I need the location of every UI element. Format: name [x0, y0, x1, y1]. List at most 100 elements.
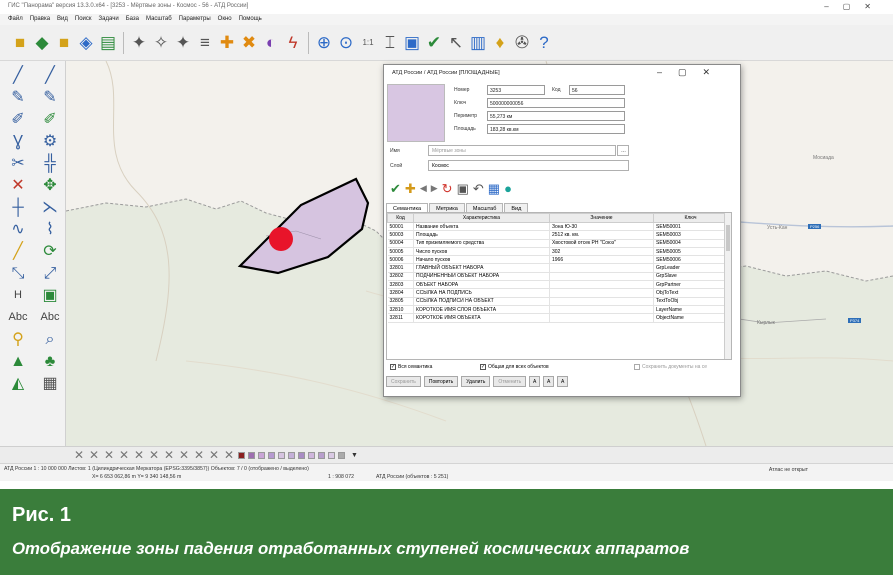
table-cell[interactable]	[549, 288, 654, 298]
checkbox-box[interactable]: ✓	[390, 364, 396, 370]
table-cell[interactable]	[549, 305, 654, 315]
table-cell[interactable]: 302	[549, 247, 654, 257]
prev-arrow-icon[interactable]: ◀	[420, 183, 427, 193]
branch-icon[interactable]: ⋋	[35, 197, 65, 218]
vertex-icon[interactable]: ⌇	[35, 219, 65, 240]
cross-icon[interactable]: ┼	[3, 197, 33, 218]
color-swatch[interactable]	[338, 451, 345, 459]
move-icon[interactable]: ✥	[35, 175, 65, 196]
table-icon[interactable]: ▦	[35, 373, 65, 394]
cut-icon[interactable]: ✂	[3, 153, 33, 174]
common-for-all-checkbox[interactable]: ✓ Общая для всех объектов	[480, 364, 549, 370]
color-swatch[interactable]	[268, 451, 275, 459]
line-style-x-icon[interactable]: ✕	[132, 448, 146, 462]
line-style-x-icon[interactable]: ✕	[72, 448, 86, 462]
table-row[interactable]: 32805 ССЫЛКА ПОДПИСИ НА ОБЪЕКТ TextToObj	[387, 297, 728, 306]
font-a-button[interactable]: A	[543, 376, 555, 387]
menu-params[interactable]: Параметры	[179, 16, 211, 23]
table-row[interactable]: 50005 Число пусков 302 SEM50005	[387, 247, 728, 257]
color-swatch[interactable]	[278, 451, 285, 459]
save-icon[interactable]: ■	[54, 32, 74, 54]
line-style-x-icon[interactable]: ✕	[192, 448, 206, 462]
settings-icon[interactable]: ✇	[512, 32, 532, 54]
column-header-code[interactable]: Код	[387, 213, 414, 223]
pen-alt-icon[interactable]: ╱	[35, 65, 65, 86]
zoom-fit-icon[interactable]: ⊙	[336, 32, 356, 54]
line-style-x-icon[interactable]: ✕	[117, 448, 131, 462]
landscape-icon[interactable]: ◭	[3, 373, 33, 394]
merge-icon[interactable]: ⚙	[35, 131, 65, 152]
menu-file[interactable]: Файл	[8, 16, 23, 23]
table-cell[interactable]	[549, 272, 654, 282]
font-a-button[interactable]: A	[557, 376, 569, 387]
checkbox-box[interactable]: ✓	[480, 364, 486, 370]
cancel-button[interactable]: Отменить	[493, 376, 527, 387]
key-field[interactable]: 500000000056	[487, 98, 625, 108]
palette-icon[interactable]: ◐	[261, 32, 281, 54]
column-header-characteristic[interactable]: Характеристика	[413, 213, 550, 223]
edit-node-icon[interactable]: ✐	[35, 109, 65, 130]
undo-icon[interactable]: ↶	[473, 182, 484, 195]
text-abc-icon[interactable]: Abc	[3, 307, 33, 328]
add-point-icon[interactable]: ✚	[405, 182, 416, 195]
zoom-in-icon[interactable]: ⊕	[314, 32, 334, 54]
color-swatch[interactable]	[298, 451, 305, 459]
point-remove-icon[interactable]: ✖	[239, 32, 259, 54]
table-cell[interactable]	[549, 297, 654, 306]
calendar-icon[interactable]: ▦	[488, 182, 500, 195]
menu-tasks[interactable]: Задачи	[99, 16, 119, 23]
folder-open-icon[interactable]: ■	[10, 32, 30, 54]
color-swatch[interactable]	[238, 451, 245, 459]
menu-help[interactable]: Помощь	[239, 16, 262, 23]
delete-button[interactable]: Удалить	[461, 376, 491, 387]
pointer-icon[interactable]: ↖	[446, 32, 466, 54]
line-edit-icon[interactable]: ✦	[173, 32, 193, 54]
color-swatch[interactable]	[258, 451, 265, 459]
table-row[interactable]: 32811 КОРОТКОЕ ИМЯ ОБЪЕКТА ObjectName	[387, 313, 728, 323]
grid-tool-icon[interactable]: ╬	[35, 153, 65, 174]
brush-alt-icon[interactable]: ✎	[35, 87, 65, 108]
search-object-icon[interactable]: ⌕	[35, 329, 65, 350]
name-field[interactable]: Мёртвые зоны	[428, 145, 616, 156]
text-abc-alt-icon[interactable]: Abc	[35, 307, 65, 328]
table-cell[interactable]: Зона Ю-30	[549, 222, 654, 232]
all-semantics-checkbox[interactable]: ✓ Вся семантика	[390, 364, 432, 370]
color-swatch[interactable]	[318, 451, 325, 459]
image-icon[interactable]: ▣	[35, 285, 65, 306]
list-icon[interactable]: ≡	[195, 32, 215, 54]
tree-icon[interactable]: ♣	[35, 351, 65, 372]
menu-edit[interactable]: Правка	[30, 16, 50, 23]
table-row[interactable]: 32804 ССЫЛКА НА ПОДПИСЬ ObjToText	[387, 288, 728, 298]
table-row[interactable]: 32810 КОРОТКОЕ ИМЯ СЛОЯ ОБЪЕКТА LayerName	[387, 305, 728, 315]
menu-scale[interactable]: Масштаб	[146, 16, 172, 23]
refresh-icon[interactable]: ↻	[442, 182, 453, 195]
table-cell[interactable]: 1966	[549, 255, 654, 265]
column-header-value[interactable]: Значение	[549, 213, 654, 223]
brush-icon[interactable]: ✎	[3, 87, 33, 108]
table-row[interactable]: 50004 Тип приземляемого средства Хвостовой…	[387, 239, 728, 248]
table-row[interactable]: 50001 Название объекта Зона Ю-30 SEM50001	[387, 222, 728, 232]
table-cell[interactable]	[549, 313, 654, 323]
repeat-button[interactable]: Повторить	[423, 376, 459, 387]
map-icon[interactable]: ◈	[76, 32, 96, 54]
color-swatch[interactable]	[248, 451, 255, 459]
measure-icon[interactable]: ⌶	[380, 32, 400, 54]
table-cell[interactable]	[549, 263, 654, 273]
table-cell[interactable]: 2512 кв. км.	[549, 230, 654, 240]
layers-panel-icon[interactable]: ▥	[468, 32, 488, 54]
table-row[interactable]: 50006 Начало пусков 1966 SEM50006	[387, 255, 728, 265]
table-row[interactable]: 32801 ГЛАВНЫЙ ОБЪЕКТ НАБОРА GrpLeader	[387, 263, 728, 273]
color-swatch[interactable]	[328, 451, 335, 459]
code-field[interactable]: 56	[569, 85, 625, 95]
table-row[interactable]: 32803 ОБЪЕКТ НАБОРА GrpPartner	[387, 280, 728, 290]
check-icon[interactable]: ✔	[424, 32, 444, 54]
line-icon[interactable]: ✧	[151, 32, 171, 54]
scale-alt-icon[interactable]: ⤢	[35, 263, 65, 284]
menu-search[interactable]: Поиск	[75, 16, 92, 23]
dialog-window-controls[interactable]: –▢✕	[657, 67, 726, 78]
palette-dropdown-icon[interactable]: ▼	[351, 452, 358, 459]
next-arrow-icon[interactable]: ▶	[431, 183, 438, 193]
apply-check-icon[interactable]: ✔	[390, 182, 401, 195]
delete-icon[interactable]: ✕	[3, 175, 33, 196]
number-field[interactable]: 3253	[487, 85, 545, 95]
